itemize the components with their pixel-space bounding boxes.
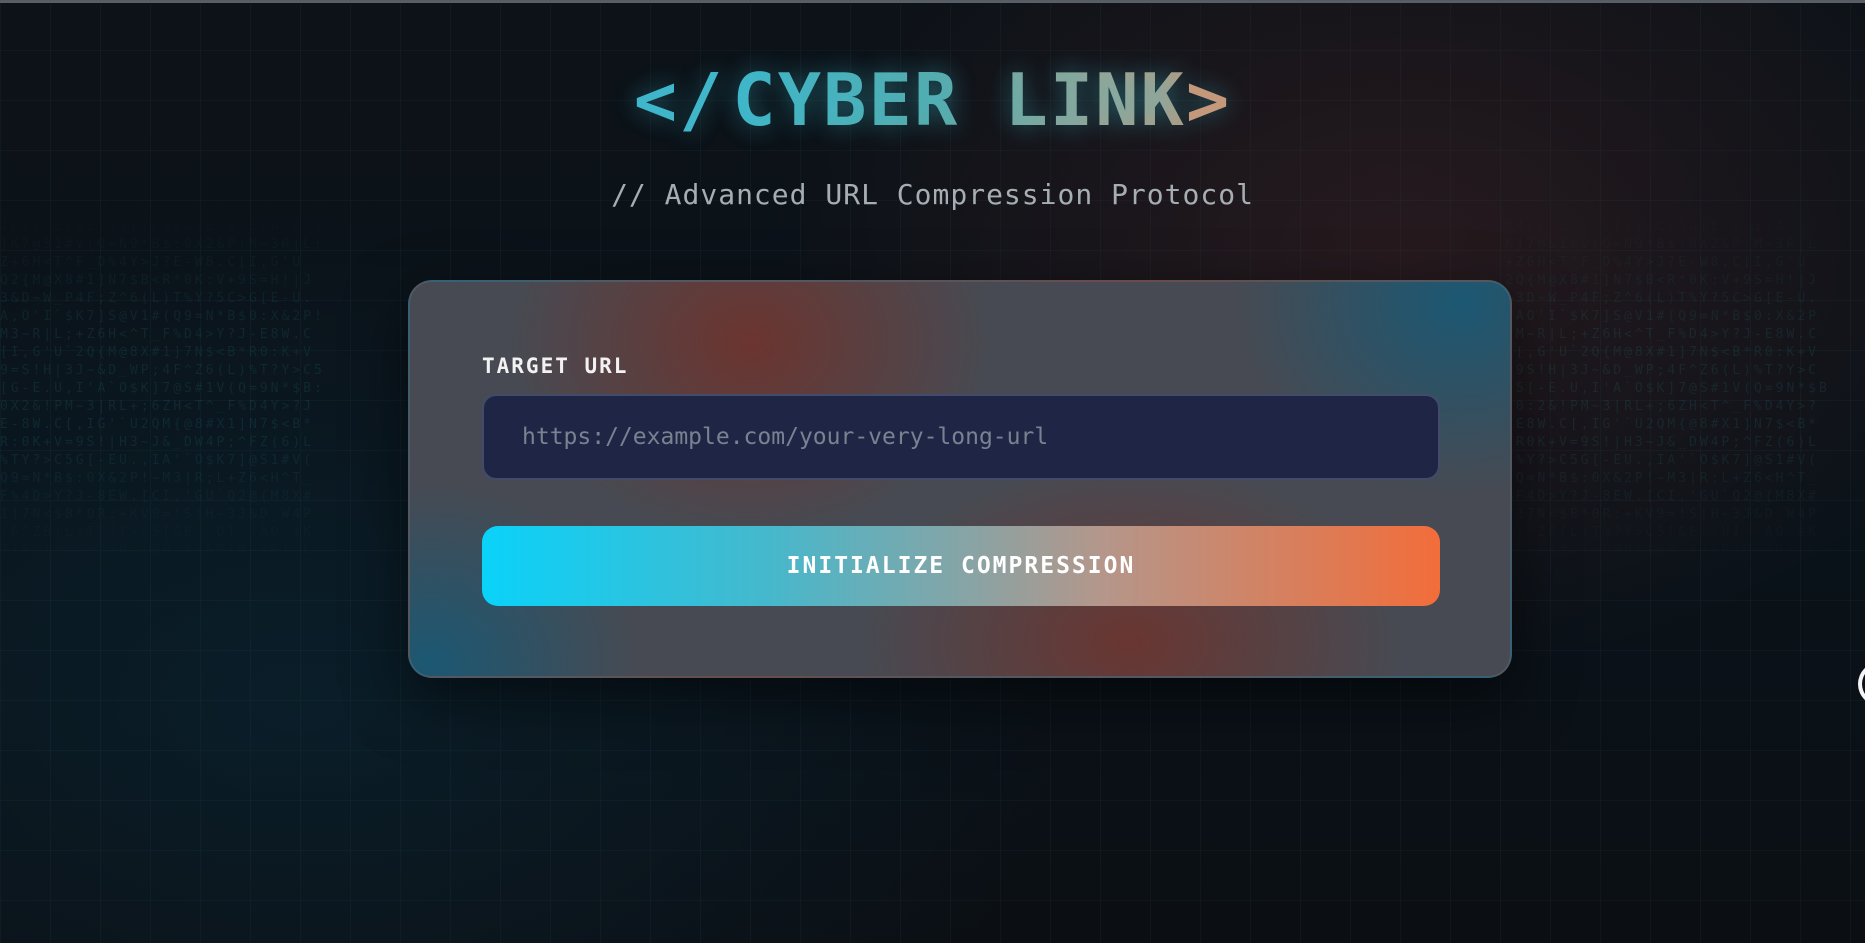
matrix-rain-right: 8X#Q2]M@1{N7$<B*0R:K+V9=!S|H3 P4;F^Z(6L)… bbox=[1505, 201, 1830, 558]
logo-code-bracket-close: > bbox=[1185, 58, 1232, 142]
logo-code-bracket-open: </ bbox=[633, 58, 725, 142]
logo-title: CYBER LINK bbox=[732, 50, 1185, 150]
shorten-form-card: TARGET URL INITIALIZE COMPRESSION bbox=[408, 280, 1512, 678]
logo: </ CYBER LINK > bbox=[634, 50, 1232, 150]
page: X8#Q2]M@1{N7$<B*0R:K+V9=!S|H3~J&D_W 4P;F… bbox=[0, 0, 1865, 943]
subtitle: // Advanced URL Compression Protocol bbox=[611, 178, 1254, 211]
matrix-rain-left: X8#Q2]M@1{N7$<B*0R:K+V9=!S|H3~J&D_W 4P;F… bbox=[0, 201, 379, 558]
initialize-compression-button[interactable]: INITIALIZE COMPRESSION bbox=[482, 526, 1440, 606]
target-url-input[interactable] bbox=[482, 394, 1440, 480]
target-url-label: TARGET URL bbox=[482, 354, 629, 378]
header: </ CYBER LINK > // Advanced URL Compress… bbox=[0, 50, 1865, 211]
